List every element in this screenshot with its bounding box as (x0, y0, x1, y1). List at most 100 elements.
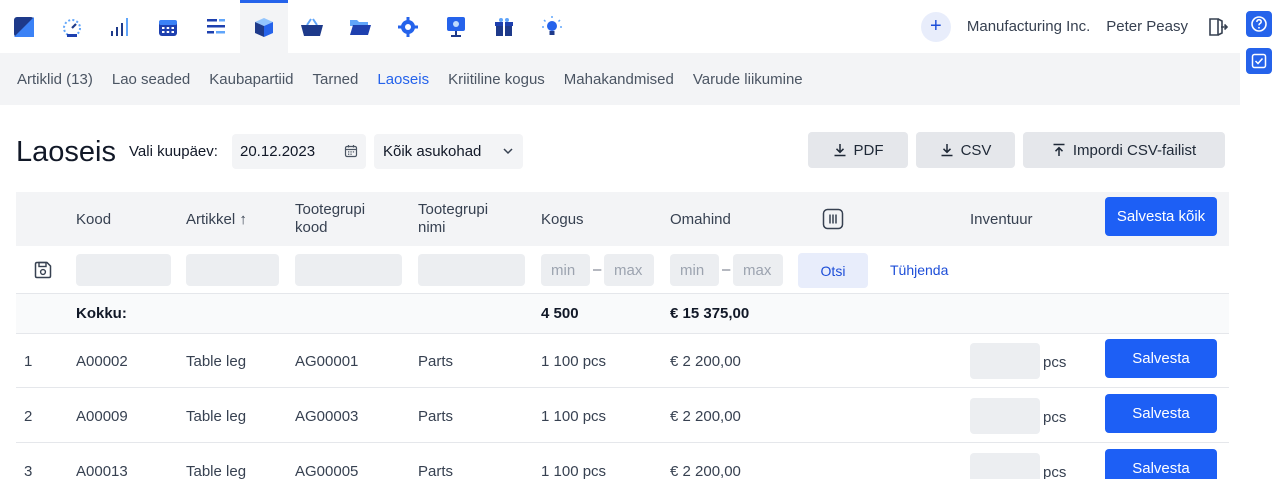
app-settings[interactable] (384, 0, 432, 53)
app-inventory[interactable] (240, 0, 288, 53)
app-presentations[interactable] (432, 0, 480, 53)
tab-articles[interactable]: Artiklid (13) (17, 71, 93, 88)
filter-code-input[interactable] (76, 254, 171, 286)
row-code[interactable]: A00002 (76, 353, 128, 370)
folder-icon (350, 19, 371, 35)
logo-icon (14, 16, 34, 37)
user-name[interactable]: Peter Peasy (1106, 18, 1188, 35)
col-header-group-code[interactable]: Tootegrupi kood (295, 201, 365, 237)
search-button[interactable]: Otsi (798, 253, 868, 288)
col-header-code[interactable]: Kood (76, 211, 111, 229)
date-label: Vali kuupäev: (129, 143, 218, 160)
range-dash: – (593, 261, 602, 278)
inventory-unit: pcs (1043, 464, 1067, 479)
top-right-area: + Manufacturing Inc. Peter Peasy (920, 11, 1240, 42)
total-row: Kokku: 4 500 € 15 375,00 (16, 294, 1229, 334)
tab-stock-movement[interactable]: Varude liikumine (693, 71, 803, 88)
inventory-unit: pcs (1043, 409, 1067, 426)
app-loyalty[interactable] (480, 0, 528, 53)
range-dash: – (722, 261, 731, 278)
filter-quantity-max[interactable]: max (604, 254, 654, 286)
export-csv-label: CSV (960, 141, 992, 159)
chevron-down-icon (503, 148, 513, 155)
presentation-icon (447, 16, 465, 37)
tab-batches[interactable]: Kaubapartiid (209, 71, 293, 88)
upload-icon (1053, 143, 1065, 156)
filter-group-name-input[interactable] (418, 254, 525, 286)
date-picker[interactable]: 20.12.2023 (232, 134, 366, 169)
export-pdf-label: PDF (853, 141, 884, 159)
tasks-check-button[interactable] (1246, 48, 1272, 74)
row-article[interactable]: Table leg (186, 408, 246, 425)
location-value: Kõik asukohad (383, 143, 482, 160)
settings-gear-icon (398, 16, 418, 37)
inventory-count-input[interactable] (970, 398, 1040, 434)
gift-icon (495, 17, 513, 36)
app-sales[interactable] (288, 0, 336, 53)
row-number: 2 (24, 408, 33, 425)
basket-icon (301, 17, 323, 36)
col-header-article[interactable]: Artikkel ↑ (186, 211, 247, 229)
inventory-count-input[interactable] (970, 343, 1040, 379)
page-toolbar: Laoseis Vali kuupäev: 20.12.2023 Kõik as… (0, 130, 1240, 172)
total-cost: € 15 375,00 (670, 305, 750, 322)
app-dashboard[interactable] (48, 0, 96, 53)
row-code[interactable]: A00009 (76, 408, 128, 425)
save-row-button[interactable]: Salvesta (1105, 449, 1217, 479)
filter-article-input[interactable] (186, 254, 279, 286)
save-row-button[interactable]: Salvesta (1105, 394, 1217, 433)
app-documents[interactable] (336, 0, 384, 53)
tab-warehouse-settings[interactable]: Lao seaded (112, 71, 190, 88)
row-cost: € 2 200,00 (670, 353, 741, 370)
clear-filters-link[interactable]: Tühjenda (890, 262, 948, 278)
filter-group-code-input[interactable] (295, 254, 402, 286)
inventory-count-input[interactable] (970, 453, 1040, 479)
save-row-button[interactable]: Salvesta (1105, 339, 1217, 378)
row-quantity: 1 100 pcs (541, 408, 607, 425)
row-group-code: AG00005 (295, 463, 359, 479)
col-header-quantity[interactable]: Kogus (541, 211, 584, 229)
row-group-name: Parts (418, 408, 454, 425)
app-reports[interactable] (96, 0, 144, 53)
col-header-cost[interactable]: Omahind (670, 211, 731, 229)
col-header-group-name-line2: nimi (418, 219, 446, 236)
page-title: Laoseis (16, 136, 116, 168)
tab-critical-quantity[interactable]: Kriitiline kogus (448, 71, 545, 88)
filter-quantity-min[interactable]: min (541, 254, 590, 286)
filter-cost-min[interactable]: min (670, 254, 719, 286)
col-header-inventory: Inventuur (970, 211, 1033, 228)
row-article[interactable]: Table leg (186, 353, 246, 370)
app-home[interactable] (0, 0, 48, 53)
app-ideas[interactable] (528, 0, 576, 53)
app-calendar[interactable] (144, 0, 192, 53)
tab-deliveries[interactable]: Tarned (313, 71, 359, 88)
bar-chart-icon (111, 17, 128, 36)
tab-stock[interactable]: Laoseis (377, 71, 429, 88)
company-name[interactable]: Manufacturing Inc. (967, 18, 1090, 35)
export-csv-button[interactable]: CSV (916, 132, 1015, 168)
row-code[interactable]: A00013 (76, 463, 128, 479)
col-header-group-name[interactable]: Tootegrupi nimi (418, 201, 488, 237)
logout-icon[interactable] (1206, 16, 1228, 38)
row-group-code: AG00001 (295, 353, 359, 370)
app-tasks[interactable] (192, 0, 240, 53)
row-article[interactable]: Table leg (186, 463, 246, 479)
table-row: 1 A00002 Table leg AG00001 Parts 1 100 p… (16, 334, 1229, 388)
quick-add-button[interactable]: + (920, 11, 951, 42)
columns-toggle-icon[interactable] (822, 208, 844, 230)
import-csv-button[interactable]: Impordi CSV-failist (1023, 132, 1225, 168)
col-header-group-name-line1: Tootegrupi (418, 201, 489, 218)
help-icon (1251, 16, 1267, 32)
row-quantity: 1 100 pcs (541, 353, 607, 370)
filter-cost-max[interactable]: max (733, 254, 783, 286)
download-icon (941, 144, 953, 157)
total-label: Kokku: (76, 305, 127, 322)
save-filter-icon[interactable] (33, 260, 53, 280)
tab-write-offs[interactable]: Mahakandmised (564, 71, 674, 88)
export-pdf-button[interactable]: PDF (808, 132, 908, 168)
import-csv-label: Impordi CSV-failist (1072, 141, 1197, 159)
location-select[interactable]: Kõik asukohad (374, 134, 523, 169)
save-all-button[interactable]: Salvesta kõik (1105, 197, 1217, 236)
total-quantity: 4 500 (541, 305, 579, 322)
help-button[interactable] (1246, 11, 1272, 37)
